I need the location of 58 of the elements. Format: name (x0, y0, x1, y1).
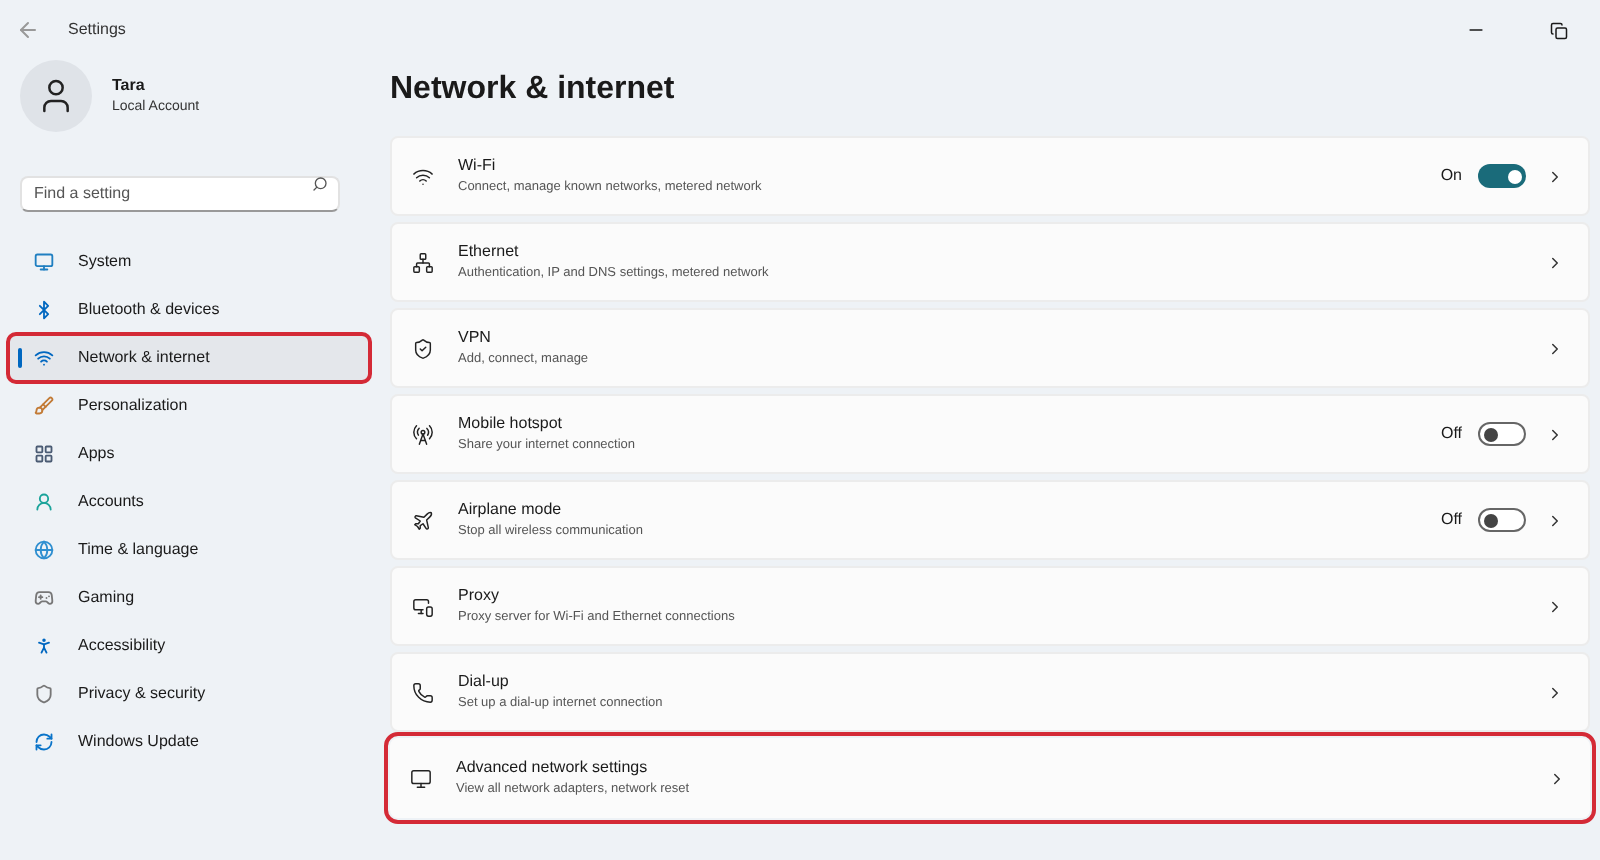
person-icon (34, 492, 54, 512)
chevron-icon[interactable] (1546, 425, 1564, 443)
chevron-icon[interactable] (1546, 167, 1564, 185)
airplane-icon (412, 509, 434, 531)
chevron-icon[interactable] (1546, 339, 1564, 357)
toggle-switch[interactable] (1478, 164, 1526, 188)
nav-item[interactable]: Windows Update (8, 718, 370, 766)
card-title: Advanced network settings (456, 756, 650, 781)
card-title: Dial-up (458, 670, 511, 695)
ethernet-icon (412, 251, 434, 273)
monitor-icon (410, 767, 432, 789)
refresh-icon (34, 732, 54, 752)
chevron-icon[interactable] (1546, 683, 1564, 701)
toggle-state: Off (1440, 422, 1462, 446)
nav-item[interactable]: Apps (8, 430, 370, 478)
toggle-state: Off (1440, 508, 1462, 532)
shield-icon (34, 684, 54, 704)
card-title: VPN (458, 326, 493, 351)
search-icon[interactable] (312, 176, 328, 192)
nav-item[interactable]: Privacy & security (8, 670, 370, 718)
person-icon (34, 636, 54, 656)
card-title: Mobile hotspot (458, 412, 565, 437)
nav-item[interactable]: System (8, 238, 370, 286)
nav-item[interactable]: Bluetooth & devices (8, 286, 370, 334)
globe-icon (34, 540, 54, 560)
bluetooth-icon (34, 300, 54, 320)
card-title: Wi-Fi (458, 154, 498, 179)
wifi-icon (412, 165, 434, 187)
card-title: Ethernet (458, 240, 521, 265)
card-title: Proxy (458, 584, 501, 609)
account-name: Tara (112, 73, 147, 98)
nav-item[interactable]: Time & language (8, 526, 370, 574)
toggle-state: On (1440, 164, 1462, 188)
toggle-switch[interactable] (1478, 508, 1526, 532)
apps-icon (34, 444, 54, 464)
selection-indicator (18, 348, 22, 368)
nav-item[interactable]: Network & internet (8, 334, 370, 382)
restore-icon[interactable] (1550, 21, 1568, 39)
nav-item[interactable]: Gaming (8, 574, 370, 622)
nav-item[interactable]: Personalization (8, 382, 370, 430)
chevron-icon[interactable] (1546, 597, 1564, 615)
monitor-icon (34, 252, 54, 272)
chevron-icon[interactable] (1546, 511, 1564, 529)
search-field[interactable]: Find a setting (20, 175, 340, 211)
chevron-icon[interactable] (1546, 253, 1564, 271)
nav-item[interactable]: Accounts (8, 478, 370, 526)
page-title: Network & internet (390, 70, 677, 110)
shield-icon (412, 337, 434, 359)
brush-icon (34, 396, 54, 416)
gamepad-icon (34, 588, 54, 608)
window-title: Settings (68, 18, 126, 42)
antenna-icon (412, 423, 434, 445)
wifi-icon (34, 348, 54, 368)
chevron-icon[interactable] (1548, 769, 1566, 787)
phone-icon (412, 681, 434, 703)
card-title: Airplane mode (458, 498, 564, 523)
nav-item[interactable]: Accessibility (8, 622, 370, 670)
toggle-switch[interactable] (1478, 422, 1526, 446)
